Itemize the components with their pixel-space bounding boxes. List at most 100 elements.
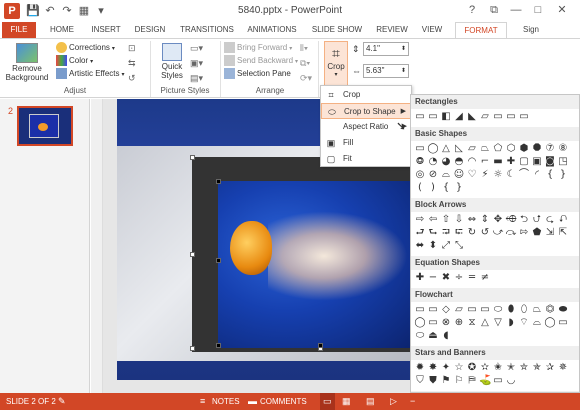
shape-option[interactable]: ⏏ bbox=[427, 330, 439, 342]
shape-option[interactable]: ✭ bbox=[505, 362, 517, 374]
shape-option[interactable]: ⬭ bbox=[414, 330, 426, 342]
redo-icon[interactable]: ↷ bbox=[60, 4, 74, 18]
picture-layout-icon[interactable]: ▤▾ bbox=[190, 73, 203, 84]
crop-handle[interactable] bbox=[216, 258, 221, 263]
shape-option[interactable]: ⤻ bbox=[492, 227, 504, 239]
shape-option[interactable]: ⛿ bbox=[466, 375, 478, 387]
shape-option[interactable]: ⚑ bbox=[440, 375, 452, 387]
shape-option[interactable]: △ bbox=[440, 143, 452, 155]
shape-option[interactable]: ⬟ bbox=[531, 227, 543, 239]
shape-option[interactable]: ◣ bbox=[466, 111, 478, 123]
tab-review[interactable]: REVIEW bbox=[372, 22, 412, 38]
shape-option[interactable]: ✚ bbox=[505, 156, 517, 168]
save-icon[interactable]: 💾 bbox=[26, 4, 40, 18]
shape-option[interactable]: ◠ bbox=[466, 156, 478, 168]
crop-handle[interactable] bbox=[216, 179, 221, 184]
shape-option[interactable]: ⌐ bbox=[479, 156, 491, 168]
shape-option[interactable]: ▭ bbox=[492, 111, 504, 123]
shape-option[interactable]: ✰ bbox=[544, 362, 556, 374]
tab-file[interactable]: FILE bbox=[2, 22, 36, 38]
shape-option[interactable]: ◜ bbox=[531, 169, 543, 181]
jellyfish-picture[interactable] bbox=[218, 181, 410, 348]
shape-option[interactable]: ⮓ bbox=[453, 227, 465, 239]
shape-option[interactable]: ↺ bbox=[479, 227, 491, 239]
shape-option[interactable]: ⤢ bbox=[440, 240, 452, 252]
shape-option[interactable]: ⇰ bbox=[518, 227, 530, 239]
shape-option[interactable]: ◙ bbox=[544, 156, 556, 168]
shape-option[interactable]: ▭ bbox=[479, 304, 491, 316]
shape-option[interactable]: ⌒ bbox=[518, 169, 530, 181]
shape-option[interactable]: ⏢ bbox=[531, 304, 543, 316]
shape-option[interactable]: ◯ bbox=[544, 317, 556, 329]
slide-show-icon[interactable]: ▷ bbox=[390, 393, 397, 410]
slide-thumbnail[interactable] bbox=[17, 106, 73, 146]
shape-option[interactable]: ÷ bbox=[453, 272, 465, 284]
shape-option[interactable]: ⭗ bbox=[414, 156, 426, 168]
sign-in-link[interactable]: Sign bbox=[516, 22, 546, 38]
shape-option[interactable]: ✯ bbox=[531, 362, 543, 374]
slide-sorter-icon[interactable]: ▦ bbox=[342, 393, 351, 410]
quick-styles-button[interactable]: Quick Styles bbox=[156, 41, 188, 85]
shape-option[interactable]: ▭ bbox=[427, 111, 439, 123]
shape-option[interactable]: ◳ bbox=[557, 156, 569, 168]
shape-option[interactable]: ⊗ bbox=[440, 317, 452, 329]
shape-option[interactable]: − bbox=[427, 272, 439, 284]
shape-option[interactable]: ✹ bbox=[414, 362, 426, 374]
shape-option[interactable]: ⬬ bbox=[557, 304, 569, 316]
minimize-icon[interactable]: — bbox=[506, 2, 526, 18]
shape-option[interactable]: ⤼ bbox=[505, 227, 517, 239]
shape-option[interactable]: ▭ bbox=[557, 317, 569, 329]
shape-option[interactable]: ▭ bbox=[427, 304, 439, 316]
shape-option[interactable]: ◢ bbox=[453, 111, 465, 123]
shape-option[interactable]: ▽ bbox=[492, 317, 504, 329]
shape-option[interactable]: ✖ bbox=[440, 272, 452, 284]
shape-option[interactable]: ◯ bbox=[427, 143, 439, 155]
shape-option[interactable]: ▭ bbox=[427, 317, 439, 329]
start-from-beginning-icon[interactable]: ▦ bbox=[77, 4, 91, 18]
shape-option[interactable]: ☼ bbox=[492, 169, 504, 181]
maximize-icon[interactable]: □ bbox=[528, 2, 548, 18]
group-objects-icon[interactable]: ⧉▾ bbox=[300, 58, 310, 69]
shape-option[interactable]: ) bbox=[427, 182, 439, 194]
shape-option[interactable]: ⬡ bbox=[505, 143, 517, 155]
shape-option[interactable]: ▭ bbox=[414, 111, 426, 123]
resize-handle[interactable] bbox=[190, 252, 195, 257]
resize-handle[interactable] bbox=[190, 155, 195, 160]
shape-option[interactable]: ⮌ bbox=[518, 214, 530, 226]
shape-option[interactable]: ◖ bbox=[440, 330, 452, 342]
shape-option[interactable]: ⇕ bbox=[479, 214, 491, 226]
width-spinner-icon[interactable]: ⬍ bbox=[401, 65, 406, 77]
ribbon-display-options-icon[interactable]: ⧉ bbox=[484, 2, 504, 18]
shape-option[interactable]: ⏣ bbox=[544, 304, 556, 316]
shape-option[interactable]: ⮑ bbox=[427, 227, 439, 239]
shape-option[interactable]: ⛳ bbox=[479, 375, 491, 387]
comments-icon[interactable]: ▬ bbox=[248, 393, 257, 410]
shape-option[interactable]: ✬ bbox=[492, 362, 504, 374]
width-input[interactable]: 5.63" ⬍ bbox=[363, 64, 409, 78]
undo-icon[interactable]: ↶ bbox=[43, 4, 57, 18]
menu-item-fill[interactable]: ▣ Fill bbox=[321, 135, 411, 151]
normal-view-icon[interactable]: ▭ bbox=[320, 393, 335, 410]
shape-option[interactable]: ✸ bbox=[427, 362, 439, 374]
shape-option[interactable]: ✪ bbox=[466, 362, 478, 374]
shape-option[interactable]: ◗ bbox=[505, 317, 517, 329]
shape-option[interactable]: ⊕ bbox=[453, 317, 465, 329]
shape-option[interactable]: ⬠ bbox=[492, 143, 504, 155]
shape-option[interactable]: ⚐ bbox=[453, 375, 465, 387]
close-icon[interactable]: ✕ bbox=[552, 2, 572, 18]
menu-item-fit[interactable]: ▢ Fit bbox=[321, 151, 411, 167]
shape-option[interactable]: ✵ bbox=[557, 362, 569, 374]
shape-option[interactable]: ( bbox=[414, 182, 426, 194]
height-input[interactable]: 4.1" ⬍ bbox=[363, 42, 409, 56]
shape-option[interactable]: ⛉ bbox=[414, 375, 426, 387]
align-icon[interactable]: ⫴▾ bbox=[300, 43, 308, 54]
tab-transitions[interactable]: TRANSITIONS bbox=[176, 22, 238, 38]
shape-option[interactable]: ◔ bbox=[427, 156, 439, 168]
shape-option[interactable]: ☺ bbox=[453, 169, 465, 181]
shape-option[interactable]: ▭ bbox=[518, 111, 530, 123]
height-spinner-icon[interactable]: ⬍ bbox=[401, 43, 406, 55]
shape-option[interactable]: ◇ bbox=[440, 304, 452, 316]
shape-option[interactable]: ⬌ bbox=[414, 240, 426, 252]
resize-handle[interactable] bbox=[190, 346, 195, 351]
shape-option[interactable]: ▭ bbox=[414, 143, 426, 155]
